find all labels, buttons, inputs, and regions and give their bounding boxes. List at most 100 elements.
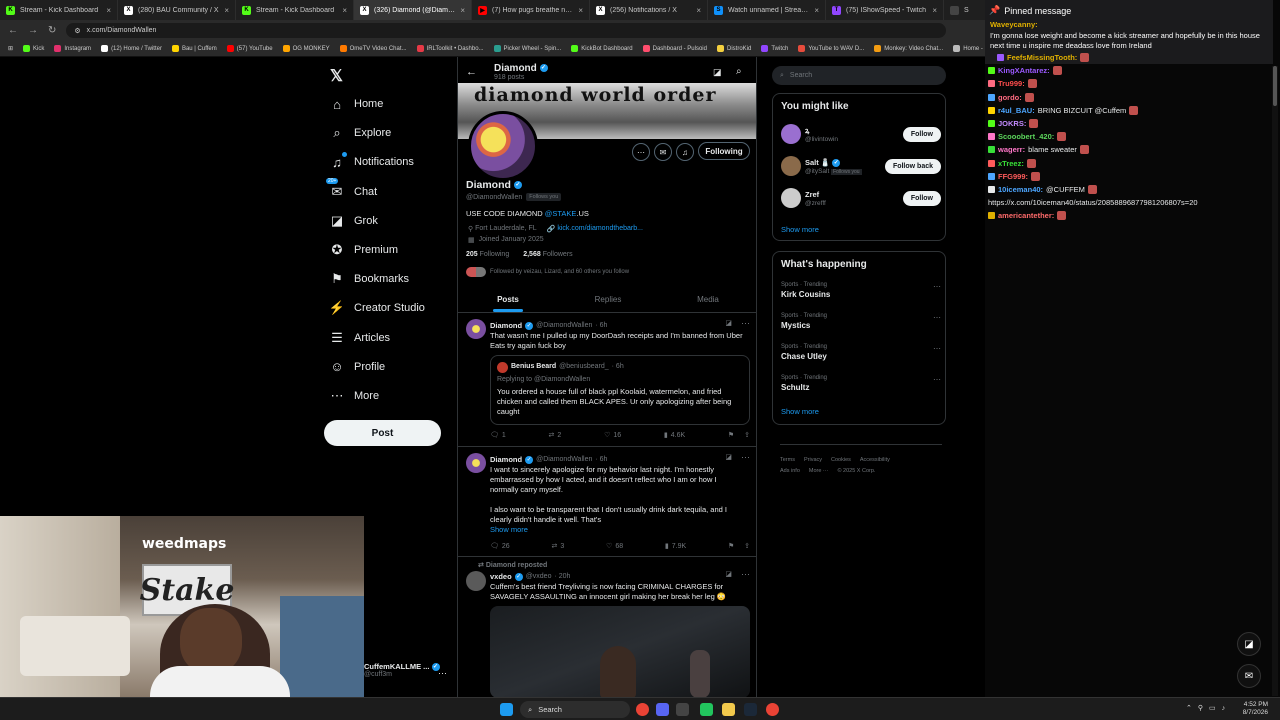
like-button[interactable]: ♡ 68	[606, 542, 623, 551]
chat-message[interactable]: FFG999:	[988, 171, 1041, 181]
tab-replies[interactable]: Replies	[558, 287, 658, 312]
chat-username[interactable]: JOKRS:	[998, 119, 1026, 128]
reload-icon[interactable]: ↻	[48, 25, 56, 36]
show-more-link[interactable]: Show more	[490, 525, 528, 534]
bookmark-item[interactable]: Monkey: Video Chat...	[874, 45, 943, 52]
browser-tab[interactable]: K Stream - Kick Dashboard ×	[0, 0, 118, 20]
trend-more-icon[interactable]: ⋯	[933, 313, 941, 322]
suggestion-item[interactable]: Salt 🧂 ✓ @itySalt Follows you Follow bac…	[781, 156, 941, 180]
bookmark-item[interactable]: DistroKid	[716, 45, 751, 52]
bookmark-item[interactable]: (57) YouTube	[226, 45, 273, 52]
grok-icon[interactable]: ◪	[713, 67, 722, 78]
chat-message[interactable]: gordo:	[988, 92, 1034, 102]
chat-username[interactable]: 10iceman40:	[998, 185, 1043, 194]
back-icon[interactable]: ←	[8, 25, 18, 36]
following-stat[interactable]: 205 Following	[466, 251, 509, 258]
chat-message[interactable]: FeefsMissingTooth:	[997, 53, 1090, 62]
chat-message[interactable]: americantether:	[988, 211, 1067, 221]
trend-item[interactable]: Sports · Trending Chase Utley ⋯	[781, 344, 941, 361]
taskbar-search[interactable]: ⌕ Search	[520, 701, 630, 718]
bookmark-item[interactable]: Dashboard - Pulsoid	[642, 45, 707, 52]
close-tab-icon[interactable]: ×	[578, 6, 583, 15]
chat-username[interactable]: Tru999:	[998, 79, 1025, 88]
browser-tab[interactable]: S×	[944, 0, 985, 20]
forward-icon[interactable]: →	[28, 25, 38, 36]
share-icon[interactable]: ⇪	[744, 542, 750, 550]
browser-tab[interactable]: ▶ (7) How pugs breathe normally ×	[472, 0, 590, 20]
chrome-icon[interactable]	[766, 703, 779, 716]
bookmark-item[interactable]: Instagram	[54, 45, 91, 52]
trend-more-icon[interactable]: ⋯	[933, 344, 941, 353]
close-tab-icon[interactable]: ×	[460, 6, 465, 15]
scrollbar-thumb[interactable]	[1273, 66, 1277, 106]
close-tab-icon[interactable]: ×	[224, 6, 229, 15]
chat-username[interactable]: xTreez:	[998, 159, 1024, 168]
x-logo-icon[interactable]: 𝕏	[330, 66, 343, 86]
views-button[interactable]: ▮ 7.9K	[665, 542, 686, 551]
bookmark-icon[interactable]: ⚑	[728, 431, 734, 439]
chat-message[interactable]: JOKRS:	[988, 119, 1039, 128]
browser-tab[interactable]: X (326) Diamond (@DiamondWallen) ×	[354, 0, 472, 20]
chat-message[interactable]: 10iceman40: @CUFFEM	[988, 185, 1097, 194]
bio-mention-link[interactable]: @STAKE	[545, 209, 577, 218]
chat-username[interactable]: KingXAntarez:	[998, 66, 1050, 75]
browser-tab[interactable]: T (75) IShowSpeed - Twitch ×	[826, 0, 944, 20]
profile-avatar[interactable]	[468, 111, 538, 181]
post-button[interactable]: Post	[324, 420, 441, 446]
grok-explain-icon[interactable]: ◪	[725, 570, 732, 578]
tweet-avatar[interactable]	[466, 319, 486, 339]
bookmark-item[interactable]: IRLToolkit • Dashbo...	[416, 45, 484, 52]
close-tab-icon[interactable]: ×	[814, 6, 819, 15]
follow-button[interactable]: Follow	[902, 127, 941, 142]
url-field[interactable]: ⚙ x.com/DiamondWallen	[66, 23, 947, 38]
followers-stat[interactable]: 2,568 Followers	[523, 251, 572, 258]
tweet-avatar[interactable]	[466, 571, 486, 591]
nav-item-creator-studio[interactable]: ⚡ Creator Studio	[329, 300, 425, 315]
suggestion-item[interactable]: ꝝ @livintowin Follow	[781, 124, 941, 148]
browser-tab[interactable]: X (256) Notifications / X ×	[590, 0, 708, 20]
footer-link[interactable]: © 2025 X Corp.	[837, 468, 875, 474]
chat-message[interactable]: Tru999:	[988, 79, 1037, 89]
trend-more-icon[interactable]: ⋯	[933, 282, 941, 291]
taskbar-clock[interactable]: 4:52 PM 8/7/2026	[1243, 701, 1268, 717]
steam-icon[interactable]	[744, 703, 757, 716]
chat-username[interactable]: Scooobert_420:	[998, 132, 1054, 141]
tweet-more-icon[interactable]: ⋯	[741, 318, 750, 329]
message-icon[interactable]: ✉	[654, 143, 672, 161]
messages-fab-icon[interactable]: ✉	[1237, 664, 1261, 688]
back-arrow-icon[interactable]: ←	[466, 66, 477, 78]
nav-item-profile[interactable]: ☺ Profile	[330, 359, 385, 374]
account-more-icon[interactable]: ⋯	[438, 668, 447, 679]
browser-tab[interactable]: K Stream - Kick Dashboard ×	[236, 0, 354, 20]
nav-item-more[interactable]: ⋯ More	[330, 388, 380, 403]
chat-username[interactable]: wagerr:	[998, 145, 1025, 154]
app-icon[interactable]	[700, 703, 713, 716]
discord-icon[interactable]	[656, 703, 669, 716]
trend-item[interactable]: Sports · Trending Schultz ⋯	[781, 375, 941, 392]
chat-username[interactable]: FFG999:	[998, 172, 1028, 181]
browser-tab[interactable]: S Watch unnamed | Streamable ×	[708, 0, 826, 20]
chat-username[interactable]: americantether:	[998, 211, 1054, 220]
share-icon[interactable]: ⇪	[744, 431, 750, 439]
nav-item-home[interactable]: ⌂ Home	[330, 97, 383, 112]
footer-link[interactable]: Cookies	[831, 457, 851, 463]
tweet-author[interactable]: vxdeo	[490, 572, 512, 581]
chrome-icon[interactable]	[636, 703, 649, 716]
notify-icon[interactable]: ♫	[676, 143, 694, 161]
search-icon[interactable]: ⌕	[736, 66, 742, 77]
show-more-link[interactable]: Show more	[781, 225, 819, 234]
tweet[interactable]: ⇄ Diamond reposted vxdeo ✓ @vxdeo · 20h …	[458, 557, 756, 697]
followed-by-text[interactable]: Followed by veizau, Lizard, and 60 other…	[490, 269, 629, 275]
quoted-tweet[interactable]: Benius Beard @beniusbeard_ · 6h Replying…	[490, 355, 750, 425]
like-button[interactable]: ♡ 16	[604, 431, 621, 440]
trend-item[interactable]: Sports · Trending Kirk Cousins ⋯	[781, 282, 941, 299]
bookmark-item[interactable]: KickBot Dashboard	[571, 45, 633, 52]
trend-more-icon[interactable]: ⋯	[933, 375, 941, 384]
bookmark-item[interactable]: OG MONKEY	[282, 45, 330, 52]
bookmark-icon[interactable]: ⚑	[728, 542, 734, 550]
bookmark-item[interactable]: Picker Wheel - Spin...	[493, 45, 561, 52]
grok-explain-icon[interactable]: ◪	[725, 453, 732, 461]
nav-item-premium[interactable]: ✪ Premium	[330, 242, 398, 257]
grok-explain-icon[interactable]: ◪	[725, 319, 732, 327]
close-tab-icon[interactable]: ×	[696, 6, 701, 15]
